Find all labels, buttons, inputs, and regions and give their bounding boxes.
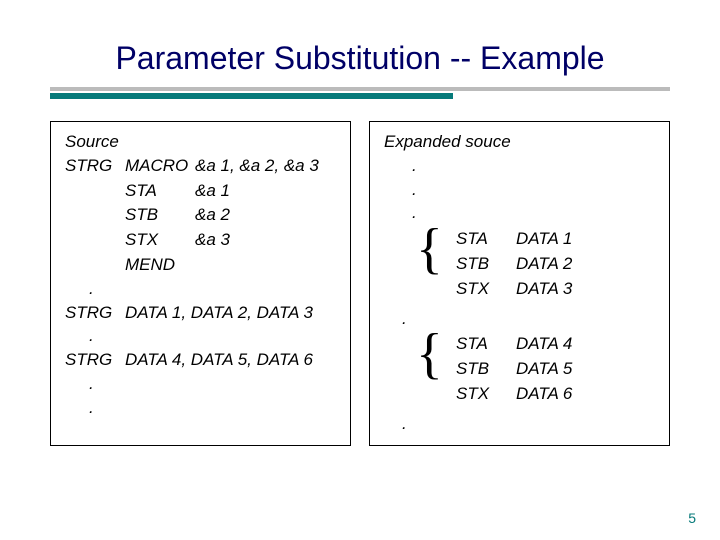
- src-op: MEND: [125, 253, 195, 277]
- blk-val: DATA 3: [516, 277, 659, 301]
- divider-teal: [50, 93, 453, 99]
- slide: Parameter Substitution -- Example Source…: [0, 0, 720, 540]
- src-args: &a 2: [195, 203, 340, 227]
- blk-val: DATA 1: [516, 227, 659, 251]
- brace-icon: {: [416, 326, 443, 382]
- content-panels: Source STRG MACRO &a 1, &a 2, &a 3 STA &…: [50, 121, 670, 446]
- src-label: STRG: [65, 154, 125, 178]
- divider-gray: [50, 87, 670, 91]
- src-args: &a 1, &a 2, &a 3: [195, 154, 340, 178]
- src-op: STA: [125, 179, 195, 203]
- src-args: &a 3: [195, 228, 340, 252]
- expanded-panel: Expanded souce . . . { STA DATA 1 STB DA…: [369, 121, 670, 446]
- blk-val: DATA 4: [516, 332, 659, 356]
- title-underline: [50, 87, 670, 99]
- blk-op: STX: [456, 277, 516, 301]
- src-op: MACRO: [125, 154, 195, 178]
- block-grid: STA DATA 1 STB DATA 2 STX DATA 3: [456, 227, 659, 300]
- src-args: DATA 4, DATA 5, DATA 6: [125, 348, 340, 372]
- expansion-block-2: { STA DATA 4 STB DATA 5 STX DATA 6: [384, 332, 659, 405]
- exp-ellipsis: .: [384, 412, 659, 436]
- source-panel: Source STRG MACRO &a 1, &a 2, &a 3 STA &…: [50, 121, 351, 446]
- exp-ellipsis: .: [384, 154, 659, 178]
- src-ellipsis: .: [65, 396, 340, 420]
- expansion-block-1: { STA DATA 1 STB DATA 2 STX DATA 3: [384, 227, 659, 300]
- src-args: DATA 1, DATA 2, DATA 3: [125, 301, 340, 325]
- blk-op: STX: [456, 382, 516, 406]
- expanded-header: Expanded souce: [384, 130, 659, 154]
- blk-op: STA: [456, 227, 516, 251]
- src-ellipsis: .: [65, 277, 340, 301]
- block-grid: STA DATA 4 STB DATA 5 STX DATA 6: [456, 332, 659, 405]
- src-args: &a 1: [195, 179, 340, 203]
- blk-val: DATA 2: [516, 252, 659, 276]
- slide-title: Parameter Substitution -- Example: [50, 40, 670, 77]
- brace-icon: {: [416, 221, 443, 277]
- source-header: Source: [65, 130, 340, 154]
- blk-op: STB: [456, 252, 516, 276]
- page-number: 5: [688, 510, 696, 526]
- src-ellipsis: .: [65, 324, 340, 348]
- source-grid: STRG DATA 4, DATA 5, DATA 6: [65, 348, 340, 372]
- src-ellipsis: .: [65, 372, 340, 396]
- src-op: STB: [125, 203, 195, 227]
- src-label: STRG: [65, 301, 125, 325]
- source-grid: STRG DATA 1, DATA 2, DATA 3: [65, 301, 340, 325]
- blk-val: DATA 5: [516, 357, 659, 381]
- src-label: STRG: [65, 348, 125, 372]
- blk-op: STB: [456, 357, 516, 381]
- src-op: STX: [125, 228, 195, 252]
- exp-ellipsis: .: [384, 178, 659, 202]
- source-grid: STRG MACRO &a 1, &a 2, &a 3 STA &a 1 STB…: [65, 154, 340, 277]
- blk-op: STA: [456, 332, 516, 356]
- blk-val: DATA 6: [516, 382, 659, 406]
